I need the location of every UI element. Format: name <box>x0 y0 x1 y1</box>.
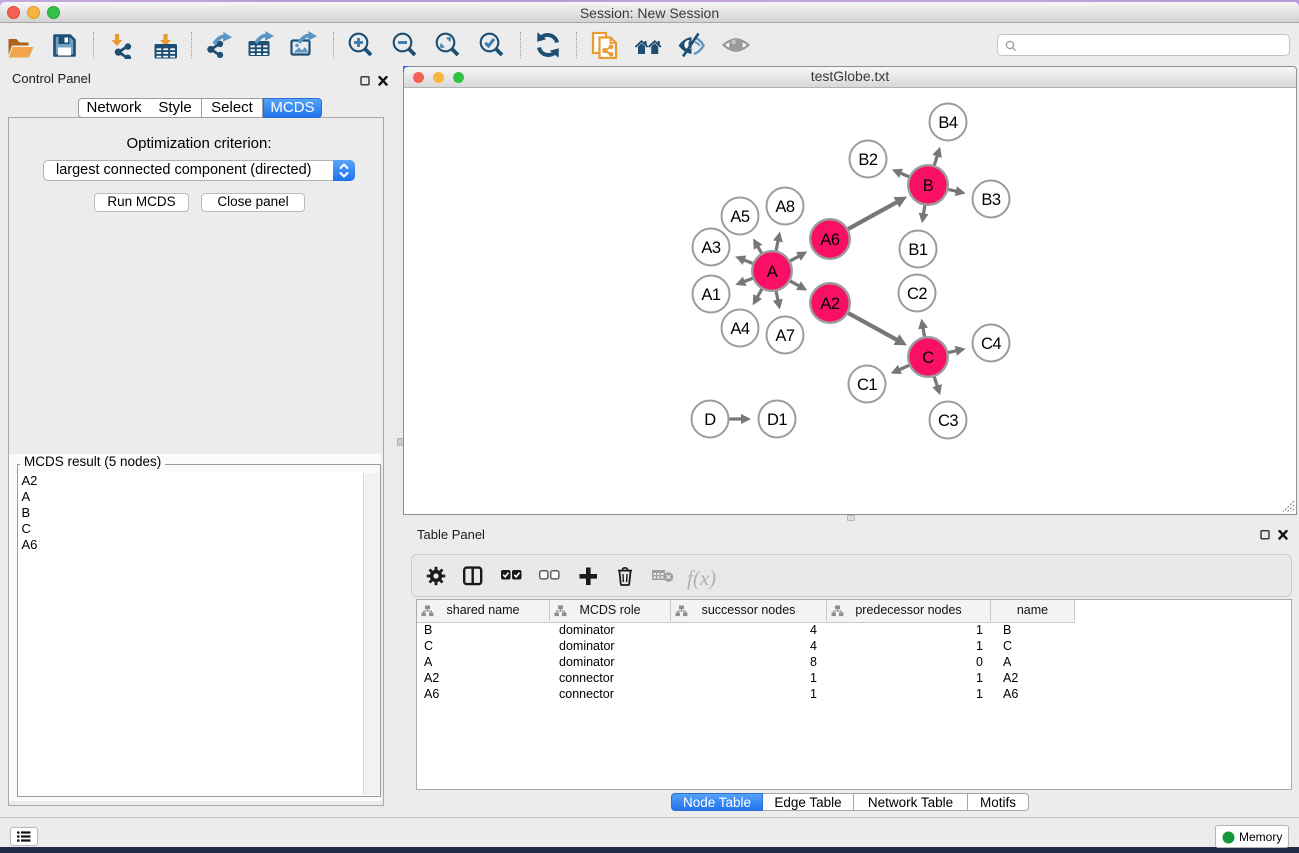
svg-text:B2: B2 <box>858 151 878 169</box>
svg-text:B3: B3 <box>981 191 1001 209</box>
svg-text:A: A <box>767 263 778 281</box>
svg-text:C4: C4 <box>981 335 1001 353</box>
svg-text:A3: A3 <box>701 239 721 257</box>
svg-text:A8: A8 <box>775 198 795 216</box>
svg-text:D: D <box>704 411 716 429</box>
svg-text:B1: B1 <box>908 241 928 259</box>
svg-text:C3: C3 <box>938 412 958 430</box>
svg-text:B: B <box>923 177 934 195</box>
svg-text:A2: A2 <box>820 295 840 313</box>
svg-text:C2: C2 <box>907 285 927 303</box>
svg-text:A1: A1 <box>701 286 721 304</box>
svg-text:A5: A5 <box>730 208 750 226</box>
svg-text:B4: B4 <box>938 114 958 132</box>
svg-text:C1: C1 <box>857 376 877 394</box>
svg-text:D1: D1 <box>767 411 787 429</box>
svg-text:C: C <box>922 349 934 367</box>
svg-text:A4: A4 <box>730 320 750 338</box>
svg-text:A7: A7 <box>775 327 795 345</box>
svg-text:A6: A6 <box>820 231 840 249</box>
